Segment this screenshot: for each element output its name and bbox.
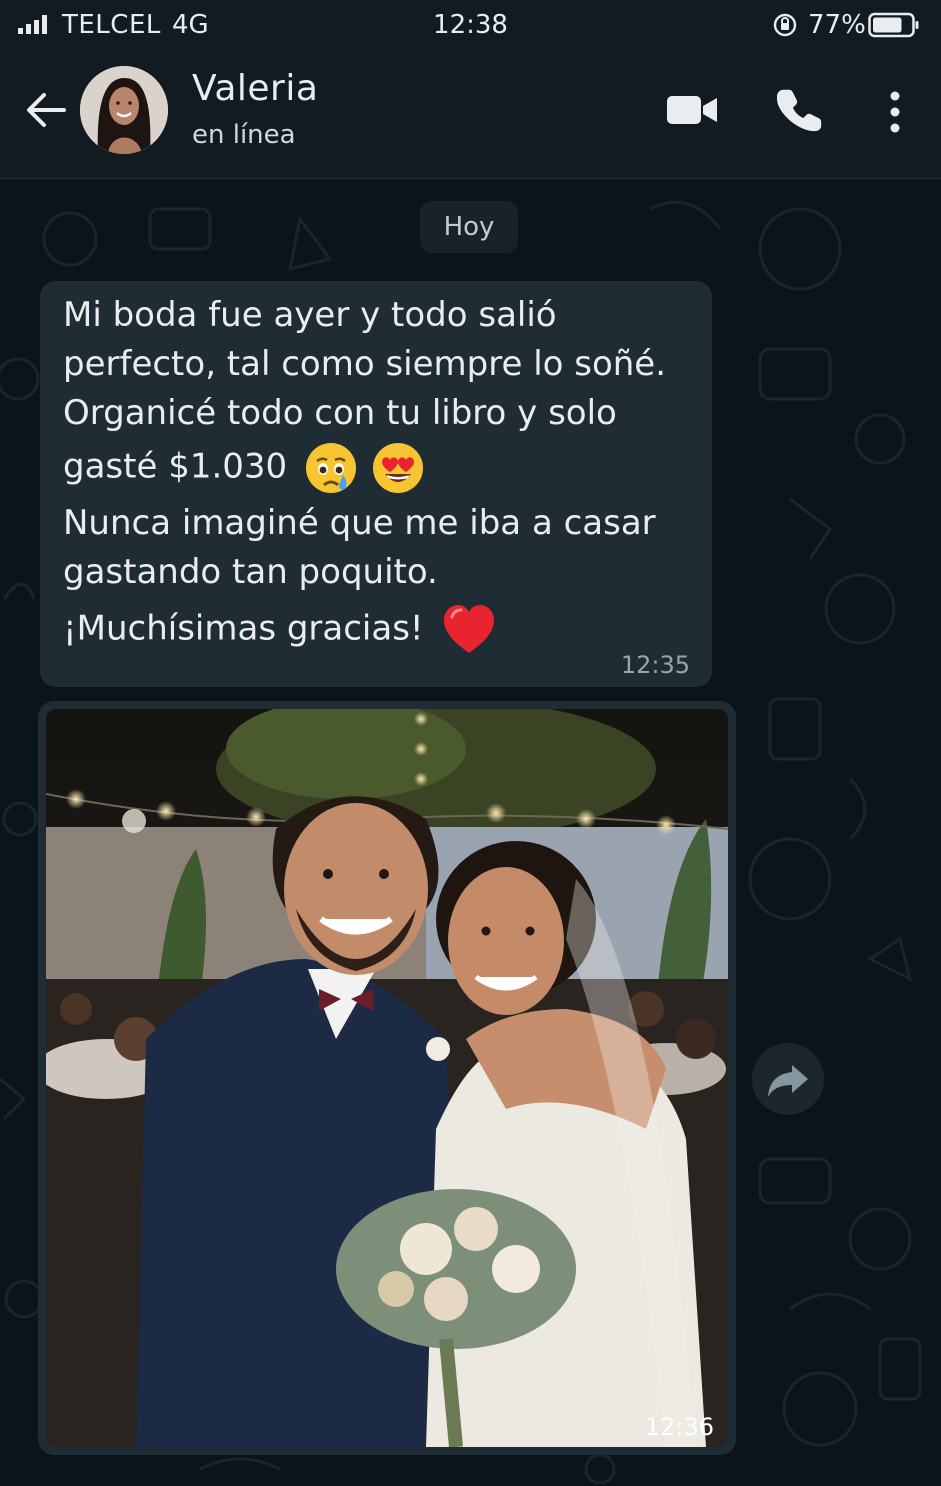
message-line-with-emojis: gasté $1.030 — [63, 441, 425, 495]
message-line: Nunca imaginé que me iba a casar — [63, 503, 656, 543]
phone-icon[interactable] — [776, 88, 824, 136]
message-time: 12:35 — [620, 651, 690, 679]
red-heart-emoji — [444, 605, 495, 653]
wedding-photo[interactable] — [46, 709, 728, 1447]
chat-header: Valeria en línea — [0, 50, 941, 179]
image-time: 12:36 — [644, 1413, 714, 1441]
date-chip: Hoy — [420, 201, 518, 253]
message-line: gasté $1.030 — [63, 446, 288, 487]
incoming-message-bubble[interactable]: Mi boda fue ayer y todo salió perfecto, … — [40, 281, 712, 687]
message-line: perfecto, tal como siempre lo soñé. — [63, 344, 667, 384]
more-vertical-icon[interactable] — [880, 88, 910, 136]
rotation-lock-icon — [773, 13, 797, 37]
contact-status: en línea — [192, 120, 296, 150]
forward-button[interactable] — [752, 1043, 824, 1115]
message-line: gastando tan poquito. — [63, 552, 438, 592]
video-camera-icon[interactable] — [664, 88, 720, 132]
back-arrow-icon[interactable] — [22, 86, 70, 134]
crying-face-emoji — [305, 443, 356, 493]
battery-icon — [868, 12, 919, 38]
contact-name[interactable]: Valeria — [192, 68, 318, 109]
battery-percent: 77% — [808, 10, 866, 40]
message-line: Organicé todo con tu libro y solo — [63, 393, 617, 433]
message-line: Mi boda fue ayer y todo salió — [63, 295, 557, 335]
status-bar: TELCEL 4G 12:38 77% — [0, 0, 941, 50]
chat-area[interactable]: Hoy Mi boda fue ayer y todo salió perfec… — [0, 179, 941, 1486]
heart-eyes-emoji — [372, 443, 423, 493]
avatar[interactable] — [80, 66, 168, 154]
message-line: ¡Muchísimas gracias! — [63, 608, 424, 649]
incoming-image-bubble[interactable]: 12:36 — [38, 701, 736, 1455]
avatar-photo — [80, 66, 168, 154]
message-line-with-emoji: ¡Muchísimas gracias! — [63, 603, 496, 657]
forward-icon — [768, 1065, 808, 1097]
status-clock: 12:38 — [433, 10, 508, 40]
photo-illustration — [46, 709, 728, 1447]
